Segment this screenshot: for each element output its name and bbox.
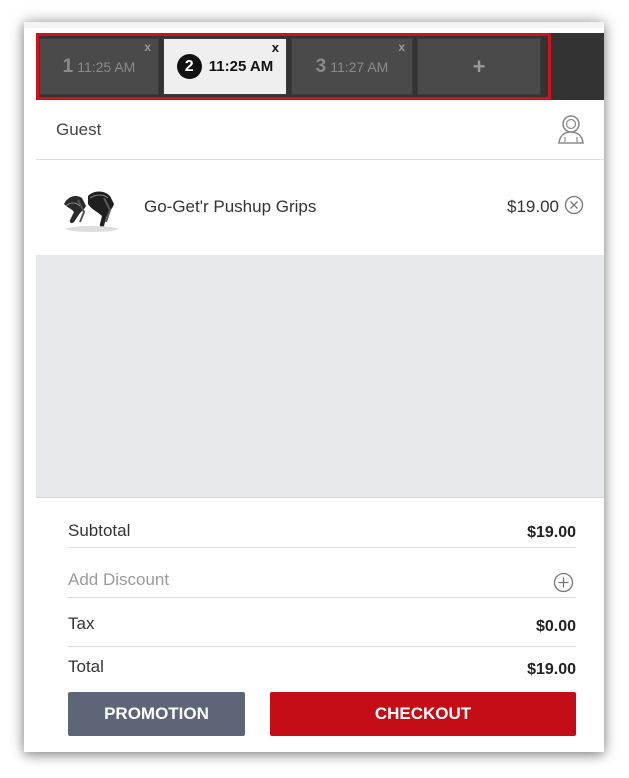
circle-x-icon[interactable] bbox=[564, 195, 584, 215]
top-border bbox=[24, 22, 604, 28]
tab-close-icon[interactable]: x bbox=[272, 40, 279, 55]
subtotal-row: Subtotal $19.00 bbox=[68, 505, 576, 548]
subtotal-value: $19.00 bbox=[527, 524, 576, 541]
customer-row[interactable]: Guest bbox=[36, 100, 604, 160]
tab-time: 11:25 AM bbox=[208, 58, 274, 75]
add-discount-row[interactable]: Add Discount bbox=[68, 554, 576, 598]
sale-tab-2[interactable]: 2 11:25 AM x bbox=[163, 38, 287, 95]
cart-empty-area bbox=[36, 255, 604, 498]
tab-time: 11:25 AM bbox=[77, 58, 136, 75]
pushup-grips-image bbox=[64, 191, 118, 232]
item-price: $19.00 bbox=[507, 197, 559, 216]
tab-number: 3 bbox=[315, 55, 327, 77]
add-sale-tab-button[interactable]: + bbox=[417, 38, 541, 95]
tab-close-icon[interactable]: x bbox=[144, 40, 151, 54]
tab-number-badge: 2 bbox=[176, 54, 202, 79]
total-value: $19.00 bbox=[527, 661, 576, 678]
sale-tab-1[interactable]: 1 11:25 AM x bbox=[39, 38, 159, 95]
sale-tab-3[interactable]: 3 11:27 AM x bbox=[291, 38, 413, 95]
tab-time: 11:27 AM bbox=[330, 58, 389, 75]
add-discount-label[interactable]: Add Discount bbox=[68, 570, 169, 590]
total-label: Total bbox=[68, 657, 104, 676]
item-name: Go-Get'r Pushup Grips bbox=[144, 197, 317, 216]
total-row: Total $19.00 bbox=[68, 646, 576, 688]
tax-label: Tax bbox=[68, 614, 95, 633]
cart-item-row[interactable]: Go-Get'r Pushup Grips $19.00 bbox=[36, 160, 604, 255]
tab-number: 1 bbox=[62, 55, 74, 77]
customer-name: Guest bbox=[56, 120, 102, 139]
user-outline-icon[interactable] bbox=[556, 113, 586, 145]
checkout-button[interactable]: CHECKOUT bbox=[270, 692, 576, 736]
promotion-button[interactable]: PROMOTION bbox=[68, 692, 245, 736]
sale-tab-bar: 1 11:25 AM x 2 11:25 AM x 3 11:27 AM x + bbox=[36, 33, 604, 100]
circle-plus-icon[interactable] bbox=[553, 572, 574, 593]
plus-icon: + bbox=[472, 53, 486, 79]
pos-cart-panel: 1 11:25 AM x 2 11:25 AM x 3 11:27 AM x +… bbox=[24, 22, 604, 752]
subtotal-label: Subtotal bbox=[68, 521, 131, 540]
tax-row: Tax $0.00 bbox=[68, 604, 576, 647]
tab-close-icon[interactable]: x bbox=[398, 40, 405, 54]
tax-value: $0.00 bbox=[535, 618, 576, 635]
